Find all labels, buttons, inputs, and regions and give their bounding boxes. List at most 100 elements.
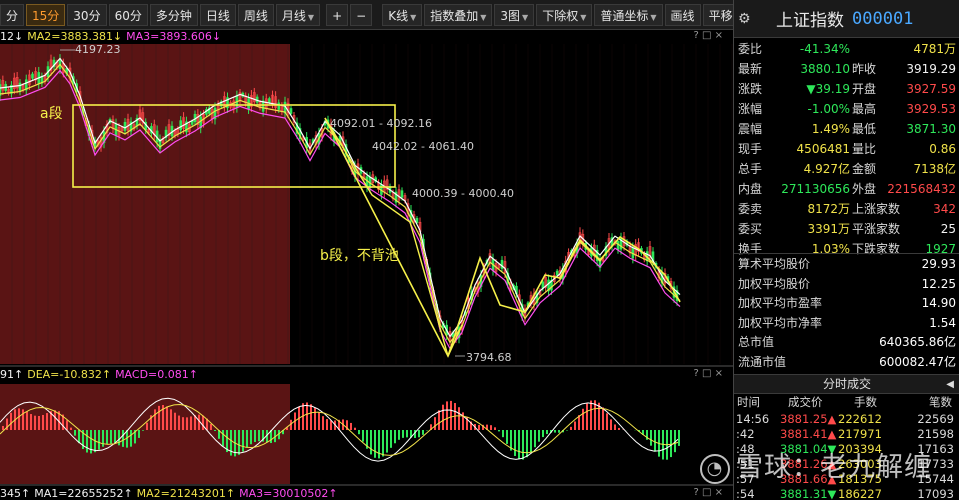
draw-line-button[interactable]: 画线 [664,3,701,26]
macd-bar [146,422,148,430]
fund-value: 29.93 [921,257,956,271]
macd-bar [434,417,436,430]
ma3-value: MA3=3893.606↓ [126,30,222,43]
macd-panel-icons[interactable]: ? □ × [694,368,724,379]
tick-count: 22569 [917,412,954,426]
macd-bar [30,414,32,430]
dea-value: DEA=-10.832↑ [27,368,112,381]
macd-bar [582,408,584,430]
tick-time: :42 [736,427,755,441]
period-30min[interactable]: 30分 [67,3,107,26]
fund-label: 加权平均市盈率 [738,296,823,310]
watermark: ◔ 雪球：老九解缠 [700,448,932,488]
macd-bar [10,412,12,430]
period-month-dropdown[interactable]: 月线 ▼ [275,3,321,26]
zoom-out-button[interactable]: − [350,3,373,26]
tick-price: 3881.41▲ [780,427,837,441]
macd-bar [586,403,588,430]
axis-label: 普通坐标 [600,8,649,23]
watermark-text: 雪球：老九解缠 [736,452,932,483]
fund-label: 加权平均股价 [738,276,811,291]
macd-bar [202,415,204,430]
macd-bar [182,417,184,430]
fund-label: 加权平均市净率 [738,315,823,330]
period-60min[interactable]: 60分 [108,3,148,26]
chart-panel[interactable]: 4197.23 a段 4092.01 - 4092.16 4042.02 - 4061… [0,30,733,500]
tick-volume: 222612 [838,412,882,426]
gear-icon[interactable]: ⚙ [738,11,762,27]
tick-volume: 186227 [838,487,882,500]
ma2-value: MA2=3883.381↓ [27,30,123,43]
macd-bar [378,430,380,459]
quote-value: 342 [933,202,956,216]
quote-label: 开盘 [852,82,877,96]
fundamental-row: 算术平均股价 29.93 [734,255,959,274]
candle-body [18,82,22,92]
macd-bar [98,430,100,450]
fund-value: 600082.47亿 [879,354,956,369]
macd-bar [86,430,88,453]
period-15min[interactable]: 15分 [26,3,66,26]
macd-bar [122,430,124,447]
label-segment-a: a段 [40,106,63,122]
period-multi-min[interactable]: 多分钟 [149,3,198,26]
macd-bar [518,430,520,460]
label-range3: 4000.39 - 4000.40 [412,187,514,200]
quote-label: 委卖 [738,202,763,216]
quote-label: 最新 [738,62,763,76]
quote-label: 现手 [738,142,763,156]
rights-label: 下除权 [542,8,579,23]
quote-value: 3391万 [807,222,850,236]
quote-row: 涨跌 ▼39.19 开盘 3927.59 [734,79,959,99]
quote-value: 8172万 [807,202,850,216]
macd-bar [610,419,612,430]
period-week[interactable]: 周线 [237,3,274,26]
macd-bar [490,425,492,430]
candle-body [289,108,293,114]
tick-row: :54 3881.31▼ 186227 17093 [734,487,959,500]
macd-bar [166,406,168,430]
macd-bar [322,416,324,430]
main-ma-legend: 12↓ MA2=3883.381↓ MA3=3893.606↓ [0,30,225,44]
macd-bar [326,419,328,430]
macd-bar [606,413,608,430]
period-1min[interactable]: 分 [0,3,25,26]
candle-body [616,241,620,250]
triangle-left-icon[interactable]: ◀ [946,375,954,394]
quote-label: 量比 [852,142,877,156]
kline-chart[interactable]: 4197.23 a段 4092.01 - 4092.16 4042.02 - 4061… [0,30,733,500]
macd-bar [402,430,404,438]
macd-bar [654,430,656,452]
quote-value: 3929.53 [906,102,956,116]
zoom-in-button[interactable]: + [326,3,349,26]
index-overlay-dropdown[interactable]: 指数叠加 ▼ [424,3,493,26]
label-low: 3794.68 [466,351,512,364]
layout-dropdown[interactable]: 3图 ▼ [494,3,535,26]
quote-label: 平涨家数 [852,222,901,236]
kline-type-dropdown[interactable]: K线 ▼ [382,3,423,26]
tick-panel-title[interactable]: 分时成交 ◀ [734,374,959,394]
quote-value: 4781万 [913,42,956,56]
fund-label: 总市值 [738,335,775,349]
col-count: 笔数 [929,395,952,409]
volume-panel-icons[interactable]: ? □ × [694,487,724,498]
macd-bar [254,430,256,442]
macd-bar [406,430,408,438]
fund-value: 14.90 [921,296,956,310]
macd-bar [538,430,540,442]
macd-bar [74,430,76,436]
macd-bar [158,405,160,430]
period-day[interactable]: 日线 [199,3,236,26]
candle-body [555,270,559,276]
macd-bar [530,430,532,453]
kline-type-label: K线 [388,8,409,23]
main-panel-icons[interactable]: ? □ × [694,30,724,41]
macd-bar [602,407,604,430]
macd-bar [534,430,536,448]
macd-bar [38,416,40,430]
axis-dropdown[interactable]: 普通坐标 ▼ [594,3,663,26]
macd-bar [542,430,544,438]
macd-bar [46,413,48,430]
rights-dropdown[interactable]: 下除权 ▼ [536,3,593,26]
macd-bar [42,414,44,430]
